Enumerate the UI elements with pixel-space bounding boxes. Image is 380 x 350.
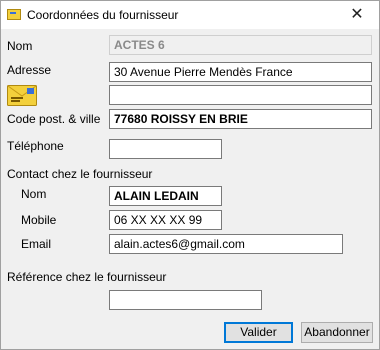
telephone-label: Téléphone: [7, 139, 64, 153]
email-label: Email: [21, 237, 52, 251]
window-title: Coordonnées du fournisseur: [27, 8, 179, 22]
adresse-line2-field[interactable]: [109, 85, 372, 105]
reference-label: Référence chez le fournisseur: [7, 270, 167, 284]
reference-field[interactable]: [109, 290, 262, 310]
close-icon: ✕: [350, 6, 364, 23]
close-button[interactable]: ✕: [335, 1, 379, 29]
envelope-icon[interactable]: [7, 85, 37, 106]
adresse-label: Adresse: [7, 63, 52, 77]
mobile-field[interactable]: 06 XX XX XX 99: [109, 210, 222, 230]
code-postal-label: Code post. & ville: [7, 112, 101, 126]
contact-nom-field[interactable]: ALAIN LEDAIN: [109, 186, 222, 206]
mobile-label: Mobile: [21, 213, 57, 227]
title-bar[interactable]: Coordonnées du fournisseur ✕: [1, 1, 379, 29]
contact-heading: Contact chez le fournisseur: [7, 167, 153, 181]
nom-field: ACTES 6: [109, 35, 372, 55]
valider-button[interactable]: Valider: [224, 322, 293, 343]
supplier-dialog: Coordonnées du fournisseur ✕ Nom ACTES 6…: [0, 0, 380, 350]
telephone-field[interactable]: [109, 139, 222, 159]
window-envelope-icon: [7, 9, 21, 20]
email-field[interactable]: alain.actes6@gmail.com: [109, 234, 343, 254]
contact-nom-label: Nom: [21, 187, 47, 201]
nom-label: Nom: [7, 39, 33, 53]
adresse-line1-field[interactable]: 30 Avenue Pierre Mendès France: [109, 62, 372, 82]
abandonner-button[interactable]: Abandonner: [301, 322, 373, 343]
code-postal-ville-field[interactable]: 77680 ROISSY EN BRIE: [109, 109, 372, 129]
